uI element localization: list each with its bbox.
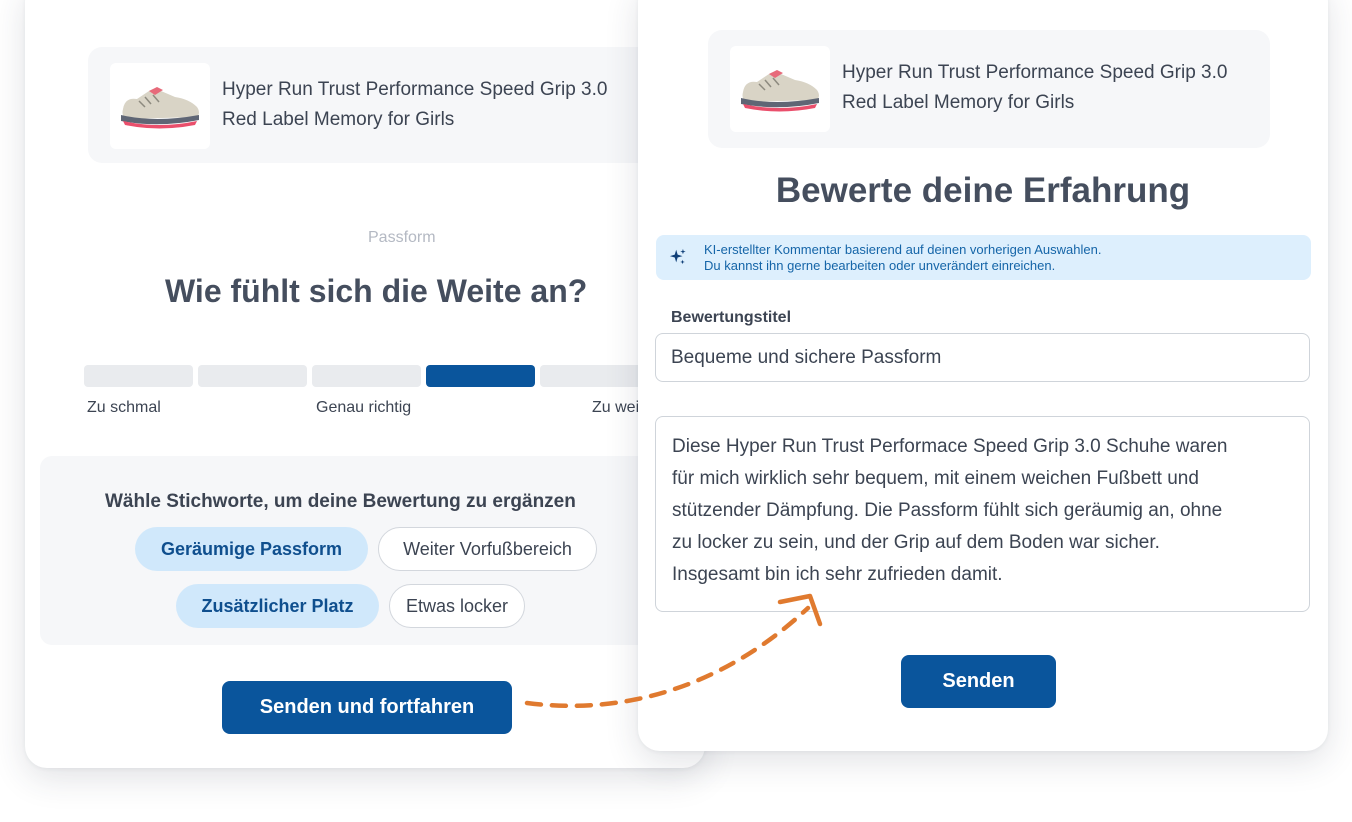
product-name-line2: Red Label Memory for Girls: [222, 109, 455, 130]
scale-segment-3[interactable]: [312, 365, 421, 387]
scale-label-just-right: Genau richtig: [316, 399, 412, 416]
ai-generated-notice: KI-erstellter Kommentar basierend auf de…: [656, 235, 1311, 280]
scale-label-wide: Zu weit: [592, 399, 644, 416]
submit-review-button[interactable]: Senden: [901, 655, 1056, 708]
comment-line: zu locker zu sein, und der Grip auf dem …: [672, 532, 1160, 553]
sneaker-icon: [110, 63, 210, 149]
tag-slightly-loose[interactable]: Etwas locker: [389, 584, 525, 628]
comment-line: Diese Hyper Run Trust Performace Speed G…: [672, 436, 1228, 457]
fit-question: Wie fühlt sich die Weite an?: [165, 273, 588, 309]
product-name-line2: Red Label Memory for Girls: [842, 92, 1075, 113]
submit-and-continue-button[interactable]: Senden und fortfahren: [222, 681, 512, 734]
product-name: Hyper Run Trust Performance Speed Grip 3…: [222, 75, 607, 135]
comment-line: stützender Dämpfung. Die Passform fühlt …: [672, 500, 1223, 521]
product-name: Hyper Run Trust Performance Speed Grip 3…: [842, 58, 1227, 118]
tag-roomy-fit[interactable]: Geräumige Passform: [135, 527, 368, 571]
fit-step-card: Hyper Run Trust Performance Speed Grip 3…: [25, 0, 705, 768]
ai-note-line1: KI-erstellter Kommentar basierend auf de…: [704, 242, 1102, 257]
review-heading: Bewerte deine Erfahrung: [775, 171, 1191, 210]
keyword-tags-panel: Wähle Stichworte, um deine Bewertung zu …: [40, 456, 705, 645]
ai-note-line2: Du kannst ihn gerne bearbeiten oder unve…: [704, 258, 1056, 273]
product-name-line1: Hyper Run Trust Performance Speed Grip 3…: [842, 62, 1228, 83]
scale-segment-4[interactable]: [426, 365, 535, 387]
comment-line: für mich wirklich sehr bequem, mit einem…: [672, 468, 1199, 489]
product-name-line1: Hyper Run Trust Performance Speed Grip 3…: [222, 79, 608, 100]
scale-label-narrow: Zu schmal: [87, 399, 161, 416]
scale-segment-2[interactable]: [198, 365, 307, 387]
review-title-input[interactable]: [655, 333, 1310, 382]
scale-segment-5[interactable]: [540, 365, 649, 387]
step-eyebrow: Passform: [368, 229, 436, 246]
review-step-card: Hyper Run Trust Performance Speed Grip 3…: [638, 0, 1328, 751]
sparkle-icon: [669, 248, 686, 265]
tags-title: Wähle Stichworte, um deine Bewertung zu …: [105, 491, 576, 512]
comment-line: Insgesamt bin ich sehr zufrieden damit.: [672, 564, 1003, 585]
product-summary: Hyper Run Trust Performance Speed Grip 3…: [88, 47, 705, 163]
tag-extra-space[interactable]: Zusätzlicher Platz: [176, 584, 379, 628]
scale-segment-1[interactable]: [84, 365, 193, 387]
product-summary: Hyper Run Trust Performance Speed Grip 3…: [708, 30, 1270, 148]
review-title-label: Bewertungstitel: [671, 309, 792, 326]
review-comment-textarea[interactable]: Diese Hyper Run Trust Performace Speed G…: [655, 416, 1310, 612]
tag-wide-forefoot[interactable]: Weiter Vorfußbereich: [378, 527, 597, 571]
sneaker-icon: [730, 46, 830, 132]
